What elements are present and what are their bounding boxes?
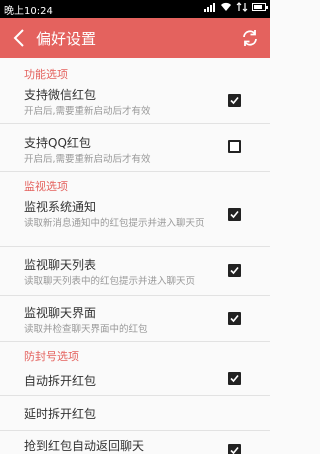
- setting-title: 支持QQ红包: [24, 136, 91, 150]
- battery-icon: [252, 3, 268, 11]
- setting-qq-packet[interactable]: 支持QQ红包 开启后,需要重新启动后才有效: [0, 132, 270, 176]
- divider: [0, 341, 270, 342]
- setting-wechat-packet[interactable]: 支持微信红包 开启后,需要重新启动后才有效: [0, 84, 270, 128]
- setting-title: 监视系统通知: [24, 200, 97, 214]
- setting-title: 支持微信红包: [24, 88, 97, 102]
- section-header-function: 功能选项: [24, 68, 68, 81]
- divider: [0, 123, 270, 124]
- status-icons: [204, 2, 268, 12]
- page-title: 偏好设置: [36, 30, 97, 48]
- status-time: 晚上10:24: [4, 6, 53, 17]
- checkbox-checked[interactable]: [228, 444, 241, 454]
- cellular-signal-icon: [204, 3, 215, 12]
- app-bar: 偏好设置: [0, 18, 270, 58]
- checkbox-checked[interactable]: [228, 264, 241, 277]
- data-arrows-icon: [236, 2, 248, 12]
- setting-auto-open[interactable]: 自动拆开红包: [0, 366, 270, 396]
- divider: [0, 171, 270, 172]
- setting-title: 监视聊天列表: [24, 258, 97, 272]
- wifi-icon: [221, 2, 231, 12]
- checkbox-checked[interactable]: [228, 208, 241, 221]
- checkbox-checked[interactable]: [228, 372, 241, 385]
- section-header-anti-ban: 防封号选项: [24, 350, 79, 363]
- setting-title: 自动拆开红包: [24, 374, 97, 388]
- back-arrow-icon[interactable]: [10, 26, 30, 50]
- setting-subtitle: 读取并检查聊天界面中的红包: [24, 324, 148, 335]
- checkbox-checked[interactable]: [228, 312, 241, 325]
- divider: [0, 395, 270, 396]
- setting-title: 延时拆开红包: [24, 407, 97, 421]
- setting-monitor-chat-list[interactable]: 监视聊天列表 读取聊天列表中的红包提示并进入聊天页: [0, 254, 270, 298]
- setting-monitor-notification[interactable]: 监视系统通知 读取新消息通知中的红包提示并进入聊天页: [0, 196, 270, 240]
- setting-title: 抢到红包自动返回聊天: [24, 439, 145, 453]
- divider: [0, 246, 270, 247]
- divider: [0, 430, 270, 431]
- setting-delay-open[interactable]: 延时拆开红包: [0, 397, 270, 429]
- sync-icon[interactable]: [240, 28, 260, 48]
- divider: [0, 295, 270, 296]
- setting-title: 监视聊天界面: [24, 306, 97, 320]
- setting-subtitle: 开启后,需要重新启动后才有效: [24, 106, 151, 117]
- setting-auto-return[interactable]: 抢到红包自动返回聊天: [0, 432, 270, 454]
- status-bar: 晚上10:24: [0, 0, 270, 18]
- setting-subtitle: 读取聊天列表中的红包提示并进入聊天页: [24, 276, 196, 287]
- checkbox-checked[interactable]: [228, 94, 241, 107]
- setting-subtitle: 读取新消息通知中的红包提示并进入聊天页: [24, 218, 205, 229]
- setting-subtitle: 开启后,需要重新启动后才有效: [24, 154, 151, 165]
- section-header-monitor: 监视选项: [24, 180, 68, 193]
- setting-monitor-chat-view[interactable]: 监视聊天界面 读取并检查聊天界面中的红包: [0, 302, 270, 346]
- checkbox-unchecked[interactable]: [228, 140, 241, 153]
